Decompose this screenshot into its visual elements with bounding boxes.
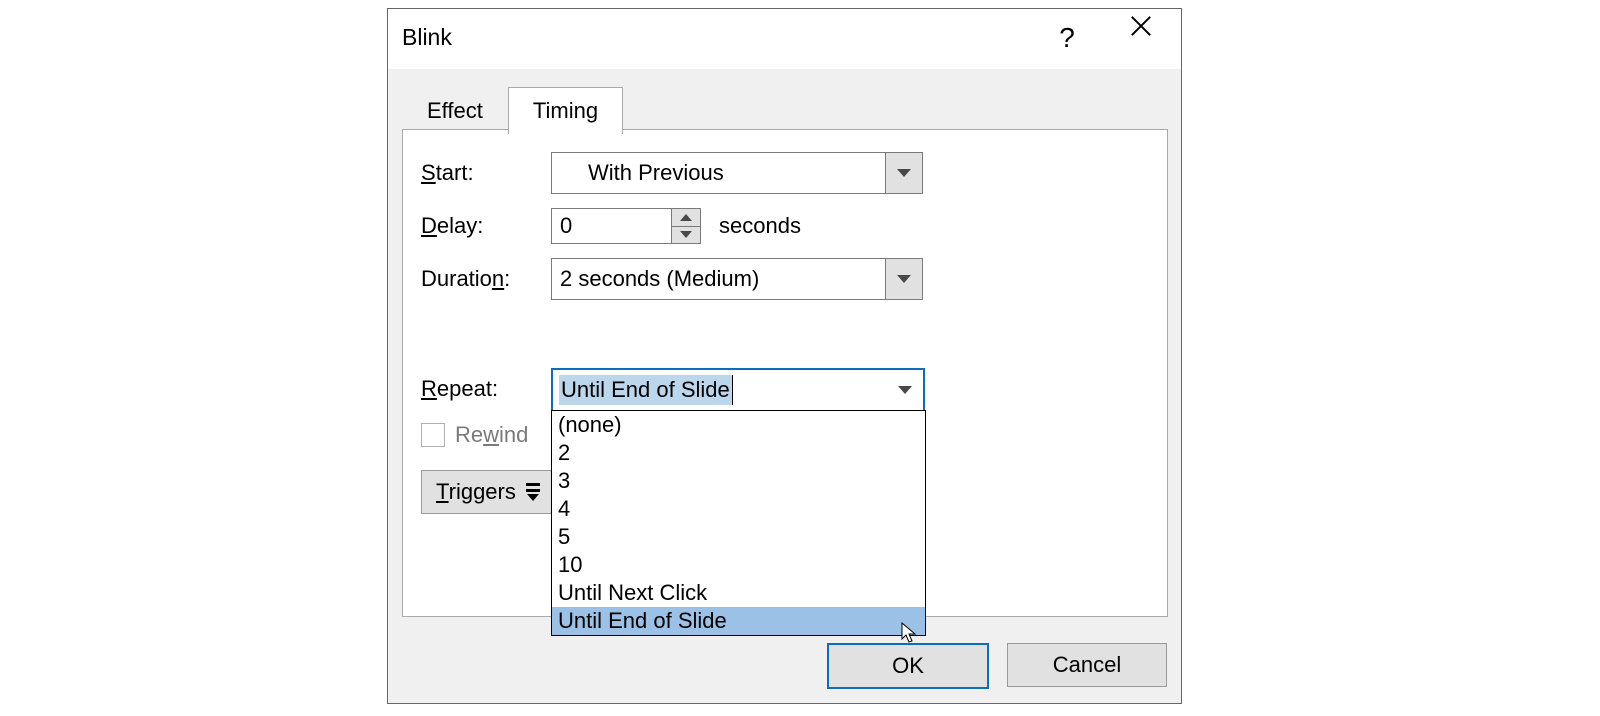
expand-icon <box>526 483 540 501</box>
repeat-dropdown-button[interactable] <box>887 370 923 410</box>
caret-down-icon <box>680 231 692 238</box>
delay-increment-button[interactable] <box>672 209 700 227</box>
dialog-footer: OK Cancel <box>827 643 1167 689</box>
start-dropdown-button[interactable] <box>885 153 922 193</box>
tabstrip: Effect Timing <box>402 87 623 134</box>
rewind-label: Rewind <box>455 422 528 448</box>
dialog-body: Effect Timing Start: With Previous D <box>388 69 1181 703</box>
duration-label: Duration: <box>421 266 551 292</box>
chevron-down-icon <box>898 386 912 394</box>
start-combobox[interactable]: With Previous <box>551 152 923 194</box>
repeat-option-5[interactable]: 5 <box>552 523 925 551</box>
repeat-value: Until End of Slide <box>559 375 733 405</box>
help-icon: ? <box>1059 22 1075 54</box>
start-value: With Previous <box>552 153 885 193</box>
dialog-title: Blink <box>402 24 452 51</box>
blink-dialog: Blink ? Effect Timing Start: With Previo… <box>387 8 1182 704</box>
repeat-dropdown-list: (none) 2 3 4 5 10 Until Next Click Until… <box>551 410 926 636</box>
duration-value: 2 seconds (Medium) <box>552 259 885 299</box>
timing-tab-page: Start: With Previous Delay: 0 <box>402 129 1168 617</box>
help-button[interactable]: ? <box>1035 9 1099 67</box>
repeat-option-10[interactable]: 10 <box>552 551 925 579</box>
triggers-button[interactable]: Triggers <box>421 470 553 514</box>
repeat-option-until-next-click[interactable]: Until Next Click <box>552 579 925 607</box>
delay-decrement-button[interactable] <box>672 227 700 244</box>
start-label: Start: <box>421 160 551 186</box>
repeat-combobox[interactable]: Until End of Slide <box>551 368 925 412</box>
delay-value[interactable]: 0 <box>552 209 671 243</box>
delay-label: Delay: <box>421 213 551 239</box>
repeat-option-none[interactable]: (none) <box>552 411 925 439</box>
delay-spinner[interactable]: 0 <box>551 208 701 244</box>
repeat-option-2[interactable]: 2 <box>552 439 925 467</box>
repeat-option-3[interactable]: 3 <box>552 467 925 495</box>
duration-dropdown-button[interactable] <box>885 259 922 299</box>
chevron-down-icon <box>897 169 911 177</box>
titlebar: Blink ? <box>388 9 1181 69</box>
rewind-checkbox[interactable] <box>421 423 445 447</box>
delay-unit-label: seconds <box>719 213 801 239</box>
tab-timing[interactable]: Timing <box>508 87 623 134</box>
repeat-option-until-end-of-slide[interactable]: Until End of Slide <box>552 607 925 635</box>
duration-combobox[interactable]: 2 seconds (Medium) <box>551 258 923 300</box>
ok-button[interactable]: OK <box>827 643 989 689</box>
chevron-down-icon <box>897 275 911 283</box>
close-button[interactable] <box>1109 9 1173 67</box>
repeat-option-4[interactable]: 4 <box>552 495 925 523</box>
tab-effect[interactable]: Effect <box>402 87 508 134</box>
close-icon <box>1128 25 1154 51</box>
caret-up-icon <box>680 214 692 221</box>
repeat-label: Repeat: <box>421 376 551 402</box>
cancel-button[interactable]: Cancel <box>1007 643 1167 687</box>
